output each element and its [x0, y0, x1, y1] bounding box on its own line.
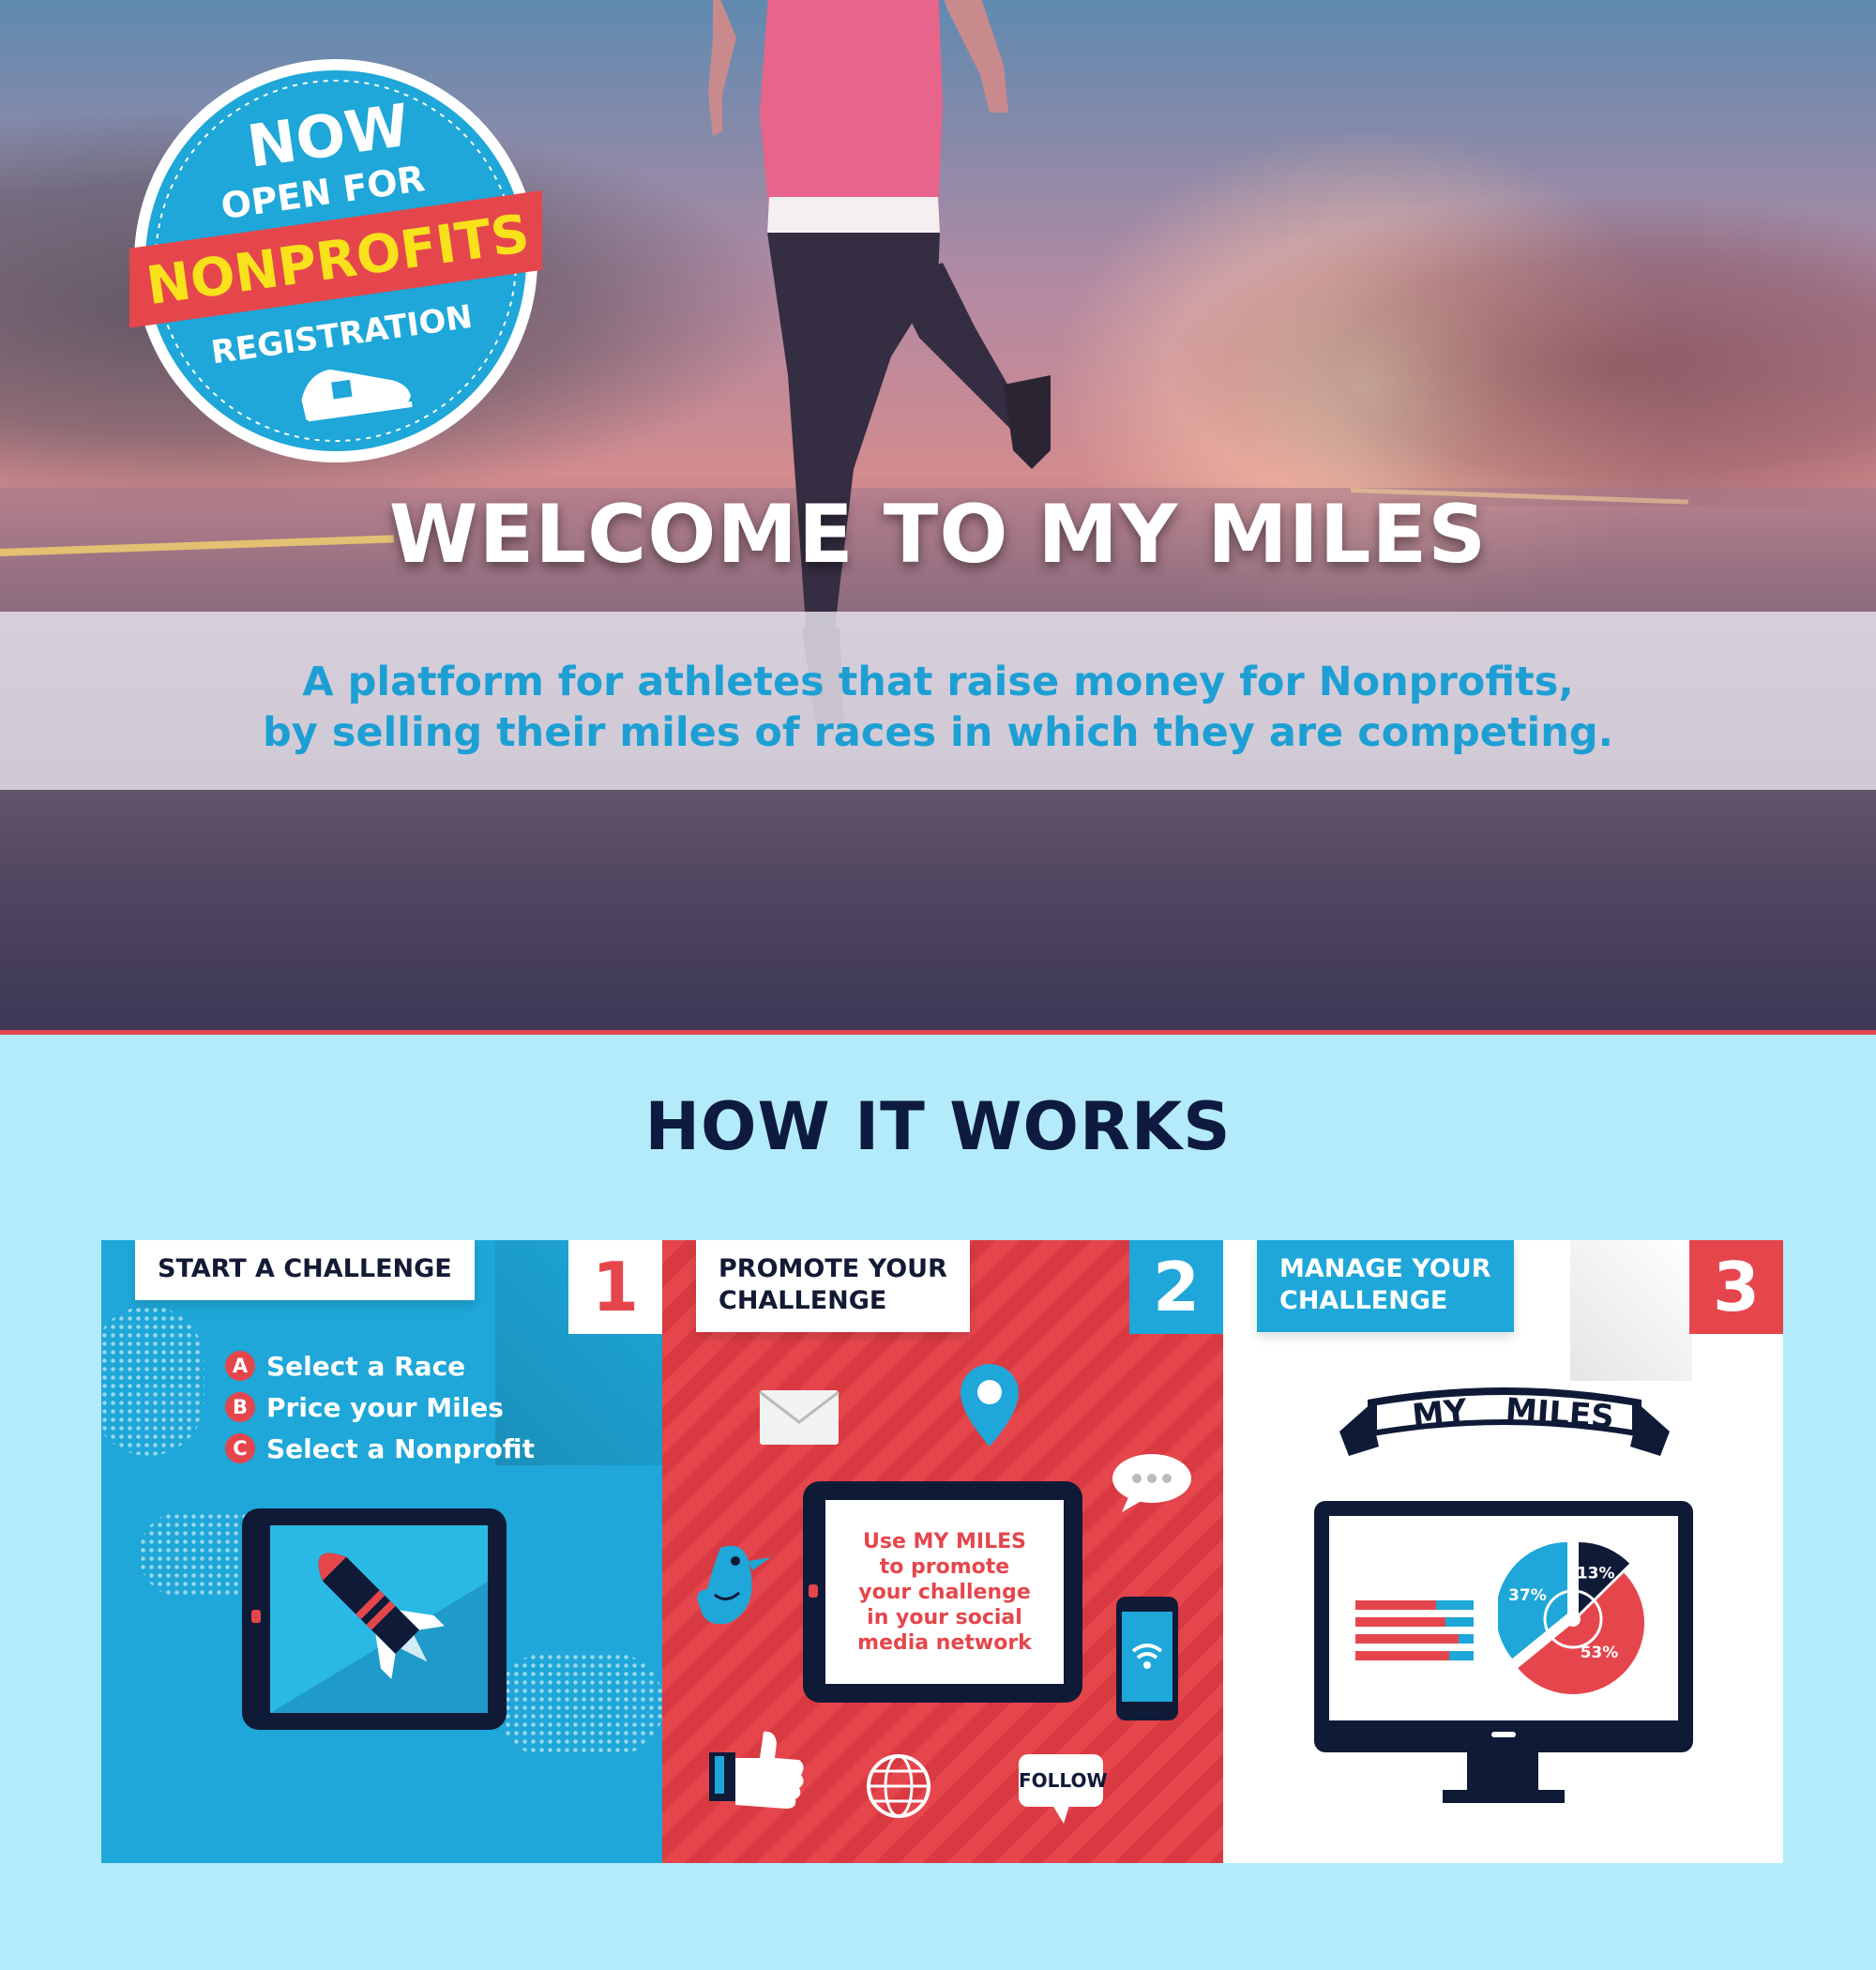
- logo-my: MY: [1411, 1392, 1470, 1435]
- smartphone-icon: [1116, 1597, 1178, 1720]
- panel-3-label: MANAGE YOUR CHALLENGE: [1257, 1240, 1514, 1332]
- panel-2-number: 2: [1129, 1240, 1223, 1334]
- follow-button-icon: FOLLOW: [1019, 1754, 1108, 1824]
- hero-subtitle-line-2: by selling their miles of races in which…: [263, 709, 1613, 756]
- panel-3-number: 3: [1689, 1240, 1783, 1334]
- step-a-text: Select a Race: [266, 1350, 466, 1382]
- tablet-button: [809, 1584, 818, 1598]
- dotted-cloud: [101, 1306, 204, 1456]
- panel-manage-challenge: MANAGE YOUR CHALLENGE 3 MY MILES 37% 13% 5…: [1223, 1240, 1783, 1863]
- panel-2-label-line-2: CHALLENGE: [719, 1286, 887, 1315]
- chat-bubble-icon: [1112, 1454, 1191, 1512]
- pie-label: 53%: [1581, 1644, 1619, 1662]
- panel-1-label: START A CHALLENGE: [135, 1240, 475, 1300]
- nonprofits-badge[interactable]: NOW OPEN FOR NONPROFITS REGISTRATION: [129, 54, 542, 467]
- step-c: C Select a Nonprofit: [225, 1428, 535, 1469]
- rocket-icon: [270, 1553, 488, 1713]
- step-b-letter: B: [225, 1392, 255, 1422]
- step-list: A Select a Race B Price your Miles C Sel…: [225, 1345, 535, 1469]
- hero-title: WELCOME TO MY MILES: [388, 488, 1488, 582]
- monitor-stand: [1467, 1752, 1538, 1794]
- my-miles-logo: MY MILES: [1339, 1387, 1670, 1456]
- step-b: B Price your Miles: [225, 1387, 535, 1428]
- monitor-icon: 37% 13% 53%: [1314, 1501, 1693, 1752]
- pie-label: 13%: [1577, 1565, 1615, 1584]
- pie-center-dot: [1566, 1612, 1581, 1627]
- pie-label: 37%: [1508, 1586, 1547, 1605]
- tablet-button: [251, 1610, 261, 1623]
- tablet-screen: [270, 1525, 488, 1713]
- dotted-cloud: [495, 1653, 662, 1756]
- panel-2-label: PROMOTE YOUR CHALLENGE: [696, 1240, 970, 1332]
- panel-promote-challenge: PROMOTE YOUR CHALLENGE 2 Use MY MILES to…: [662, 1240, 1223, 1863]
- fold-shadow: [1570, 1240, 1692, 1381]
- step-c-letter: C: [225, 1433, 255, 1463]
- tablet-screen: Use MY MILES to promote your challenge i…: [825, 1500, 1064, 1684]
- tablet-icon: Use MY MILES to promote your challenge i…: [803, 1481, 1082, 1703]
- hero-divider: [0, 1030, 1876, 1035]
- pie-chart-icon: 37% 13% 53%: [1498, 1542, 1644, 1694]
- logo-miles: MILES: [1505, 1391, 1615, 1436]
- panel-1-number: 1: [568, 1240, 662, 1334]
- step-b-text: Price your Miles: [266, 1391, 504, 1423]
- envelope-icon: [759, 1390, 840, 1445]
- globe-icon: [867, 1754, 930, 1818]
- hero-subtitle: A platform for athletes that raise money…: [0, 657, 1876, 758]
- step-a: A Select a Race: [225, 1345, 535, 1387]
- panel-3-label-line-1: MANAGE YOUR: [1279, 1254, 1491, 1283]
- hero-section: WELCOME TO MY MILES A platform for athle…: [0, 0, 1876, 1030]
- thumbs-up-icon: [709, 1731, 804, 1809]
- monitor-indicator: [1491, 1732, 1516, 1737]
- step-a-letter: A: [225, 1351, 255, 1381]
- panel-start-challenge: START A CHALLENGE 1 A Select a Race B Pr…: [101, 1240, 662, 1863]
- tablet-icon: [242, 1508, 507, 1730]
- how-it-works-title: HOW IT WORKS: [644, 1088, 1232, 1165]
- location-pin-icon: [961, 1364, 1019, 1447]
- step-c-text: Select a Nonprofit: [266, 1432, 535, 1464]
- monitor-base: [1443, 1790, 1565, 1803]
- bird-icon: [697, 1545, 771, 1625]
- promote-tablet-text: Use MY MILES to promote your challenge i…: [857, 1529, 1032, 1655]
- panel-3-label-line-2: CHALLENGE: [1279, 1286, 1448, 1315]
- hero-subtitle-line-1: A platform for athletes that raise money…: [302, 659, 1574, 705]
- trees-right: [1172, 197, 1876, 507]
- panel-2-label-line-1: PROMOTE YOUR: [719, 1254, 947, 1283]
